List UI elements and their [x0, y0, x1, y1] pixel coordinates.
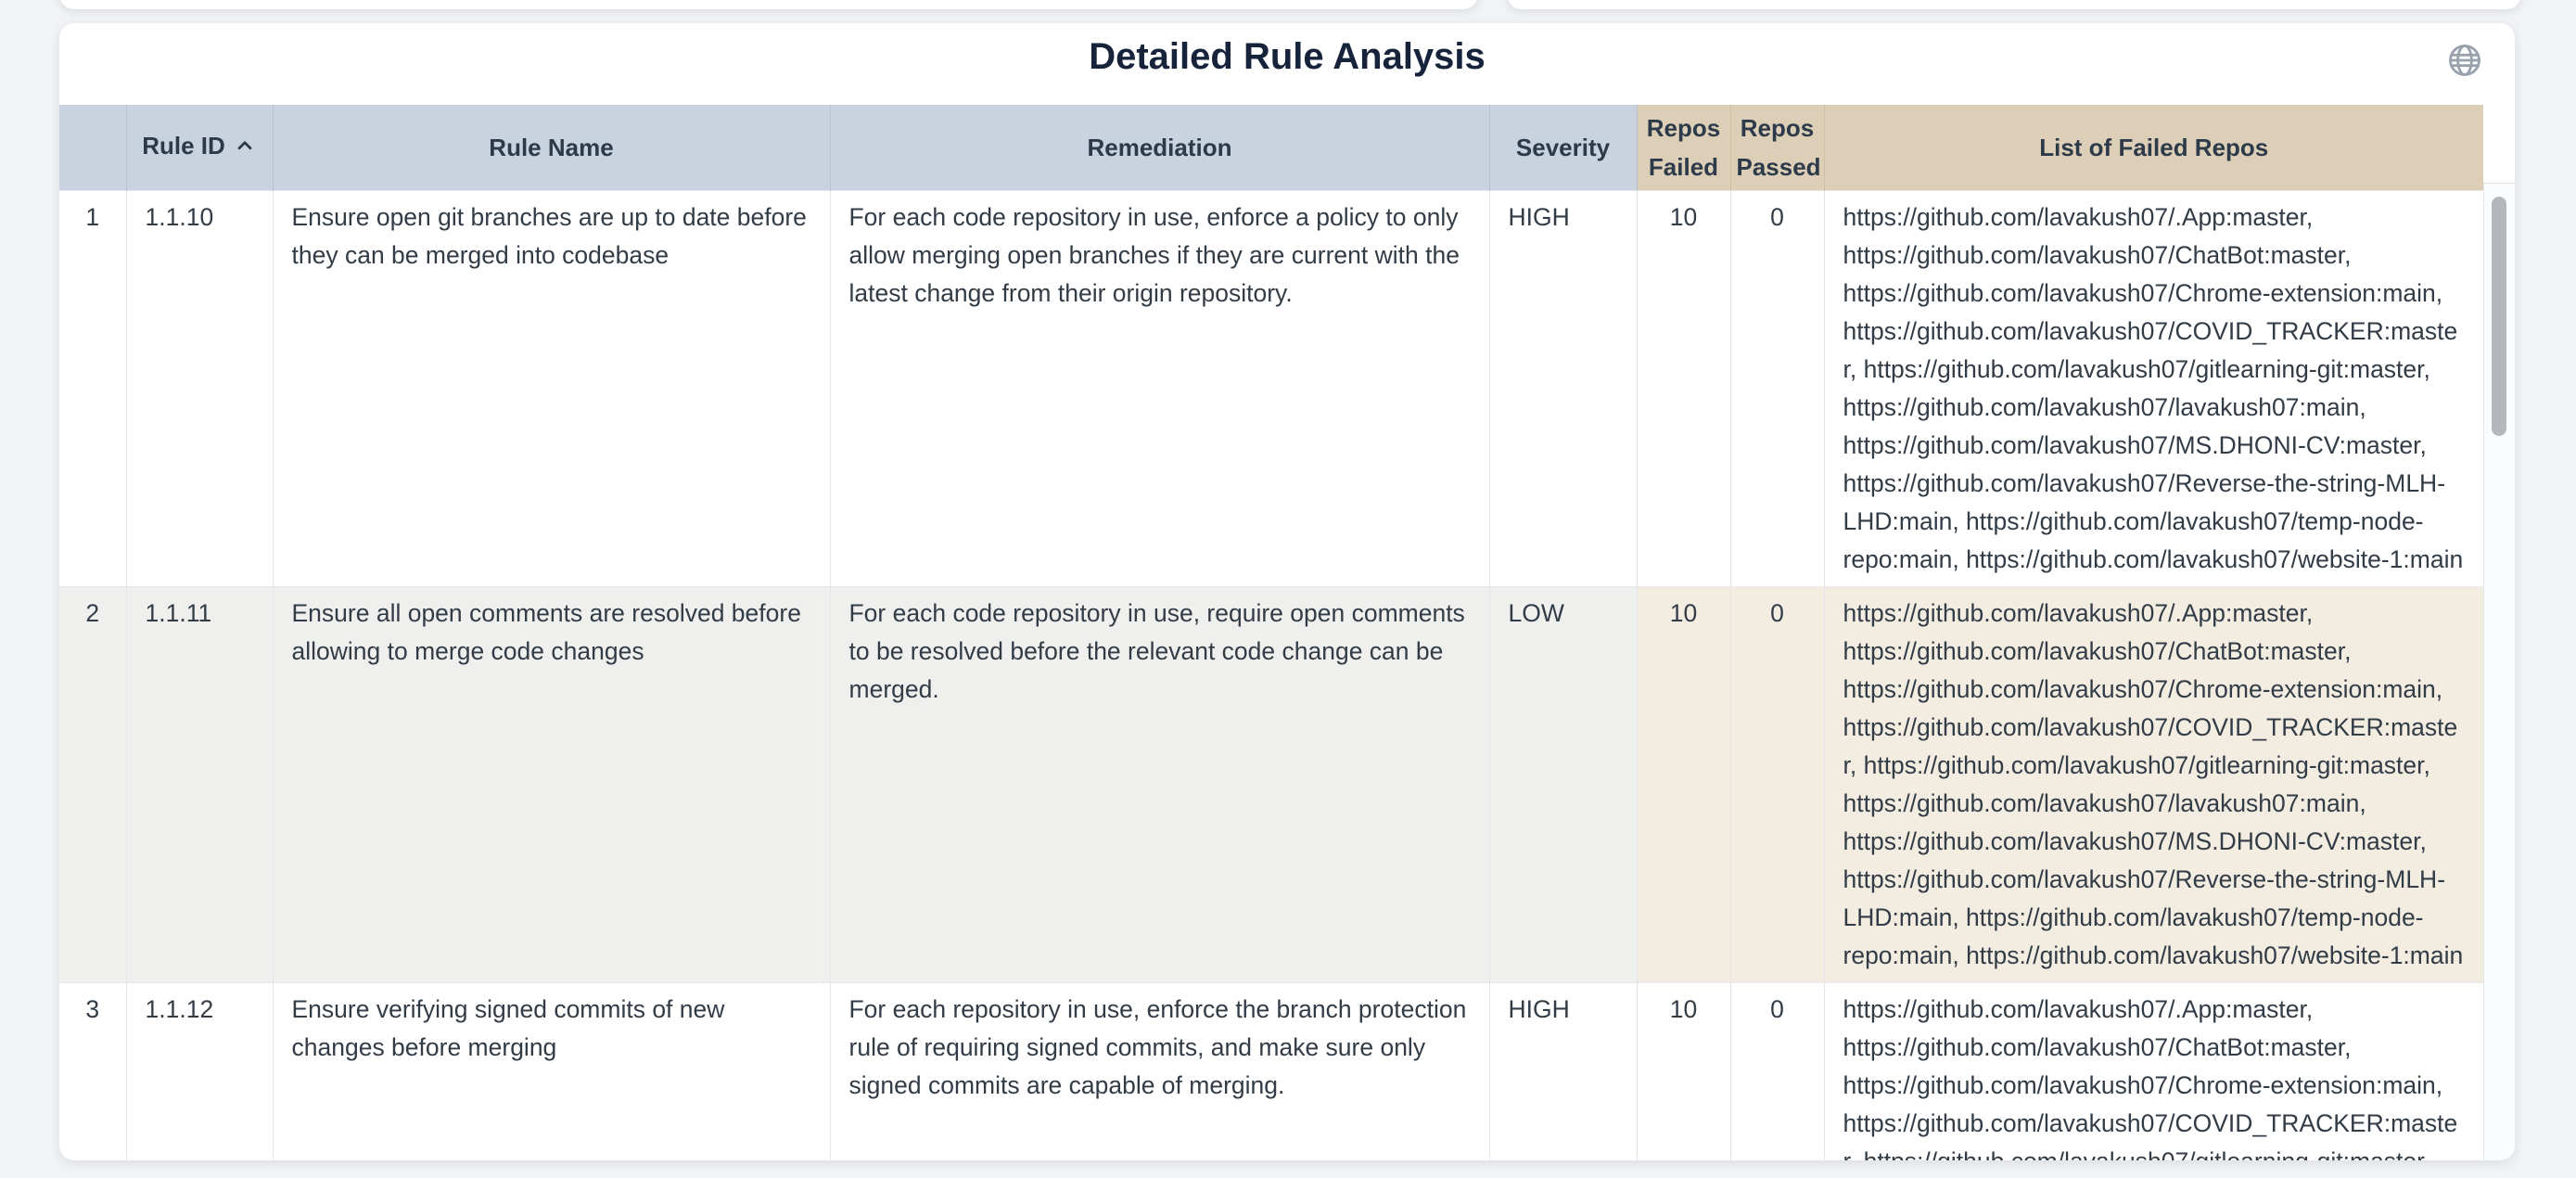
rule-analysis-table: Rule ID Rule Name Remediation Severity R… [59, 105, 2483, 1160]
repos-passed-cell: 0 [1730, 587, 1824, 983]
severity-cell: HIGH [1489, 983, 1637, 1161]
severity-cell: HIGH [1489, 191, 1637, 587]
table-row: 3 1.1.12 Ensure verifying signed commits… [59, 983, 2483, 1161]
failed-repos-list-cell: https://github.com/lavakush07/.App:maste… [1824, 191, 2483, 587]
column-header-remediation[interactable]: Remediation [830, 105, 1489, 191]
repos-failed-cell: 10 [1637, 587, 1730, 983]
column-header-list-of-failed-repos[interactable]: List of Failed Repos [1824, 105, 2483, 191]
repos-failed-cell: 10 [1637, 983, 1730, 1161]
row-index-cell: 2 [59, 587, 126, 983]
remediation-cell: For each code repository in use, enforce… [830, 191, 1489, 587]
rule-name-cell: Ensure open git branches are up to date … [273, 191, 830, 587]
column-header-repos-failed[interactable]: Repos Failed [1637, 105, 1730, 191]
column-header-repos-passed[interactable]: Repos Passed [1730, 105, 1824, 191]
remediation-cell: For each code repository in use, require… [830, 587, 1489, 983]
column-header-rule-name[interactable]: Rule Name [273, 105, 830, 191]
repos-failed-cell: 10 [1637, 191, 1730, 587]
vertical-scrollbar-thumb[interactable] [2492, 197, 2506, 436]
rule-id-cell: 1.1.11 [126, 587, 273, 983]
repos-passed-cell: 0 [1730, 983, 1824, 1161]
sort-ascending-icon [233, 130, 257, 169]
header-row: Rule ID Rule Name Remediation Severity R… [59, 105, 2483, 191]
rule-id-cell: 1.1.10 [126, 191, 273, 587]
vertical-scrollbar-track[interactable] [2483, 183, 2515, 1160]
page-title: Detailed Rule Analysis [59, 36, 2515, 78]
rule-name-cell: Ensure verifying signed commits of new c… [273, 983, 830, 1161]
table-row: 2 1.1.11 Ensure all open comments are re… [59, 587, 2483, 983]
row-index-cell: 3 [59, 983, 126, 1161]
globe-button[interactable] [2446, 42, 2483, 79]
severity-cell: LOW [1489, 587, 1637, 983]
globe-icon [2446, 42, 2483, 79]
remediation-cell: For each repository in use, enforce the … [830, 983, 1489, 1161]
rule-name-cell: Ensure all open comments are resolved be… [273, 587, 830, 983]
column-header-severity[interactable]: Severity [1489, 105, 1637, 191]
row-index-cell: 1 [59, 191, 126, 587]
column-header-index [59, 105, 126, 191]
partial-card-above-right [1507, 0, 2521, 9]
column-header-rule-id[interactable]: Rule ID [126, 105, 273, 191]
column-header-rule-id-label: Rule ID [142, 132, 225, 160]
failed-repos-list-cell: https://github.com/lavakush07/.App:maste… [1824, 983, 2483, 1161]
table-row: 1 1.1.10 Ensure open git branches are up… [59, 191, 2483, 587]
detailed-rule-analysis-card: Detailed Rule Analysis Rule ID [59, 23, 2515, 1160]
partial-card-above-left [59, 0, 1478, 9]
rule-id-cell: 1.1.12 [126, 983, 273, 1161]
repos-passed-cell: 0 [1730, 191, 1824, 587]
table-header: Rule ID Rule Name Remediation Severity R… [59, 105, 2483, 191]
failed-repos-list-cell: https://github.com/lavakush07/.App:maste… [1824, 587, 2483, 983]
